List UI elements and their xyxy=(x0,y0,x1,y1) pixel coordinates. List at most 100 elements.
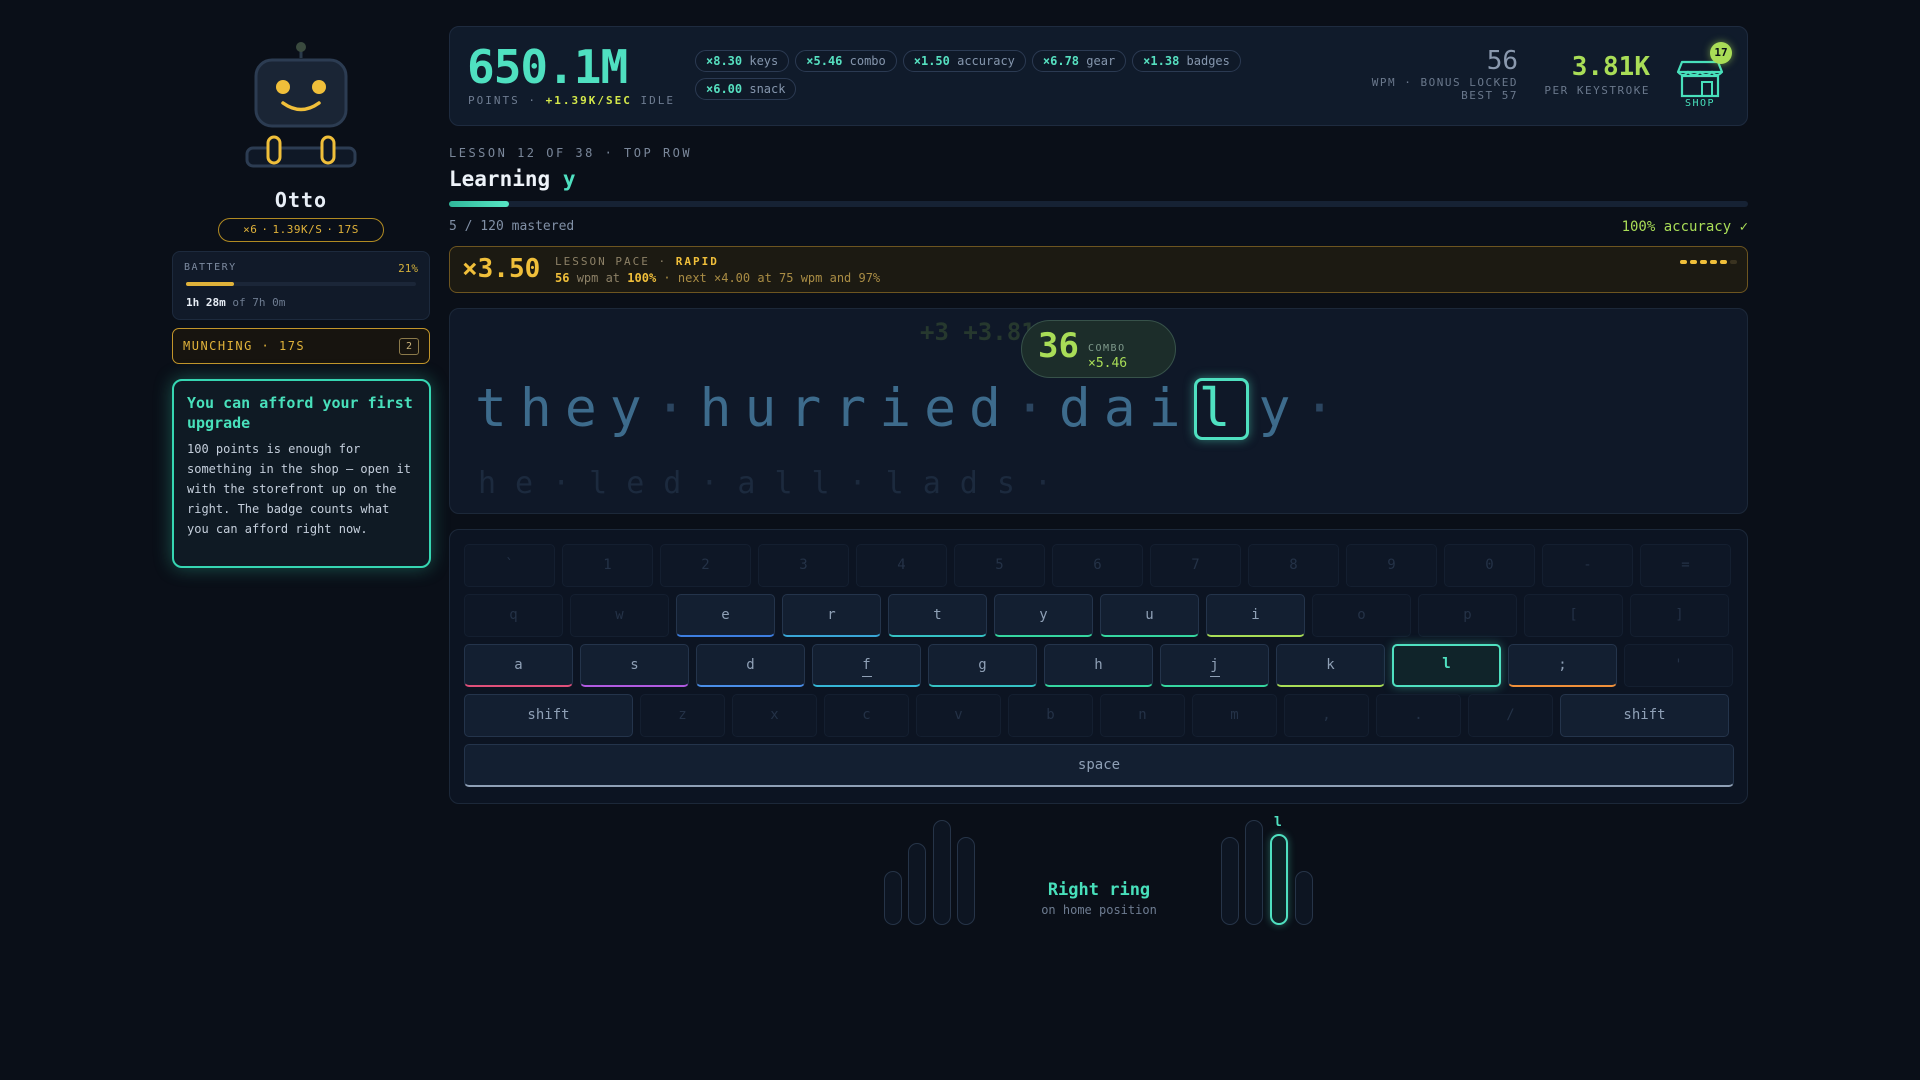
key-quote[interactable]: ' xyxy=(1624,644,1733,687)
points-rate: +1.39K/SEC xyxy=(545,94,632,107)
multiplier-chip-accuracy: ×1.50 accuracy xyxy=(902,50,1026,72)
combo-label: COMBO xyxy=(1088,343,1126,354)
key-n[interactable]: n xyxy=(1100,694,1185,737)
key-m[interactable]: m xyxy=(1192,694,1277,737)
key-label: e xyxy=(721,607,730,623)
key-1[interactable]: 1 xyxy=(562,544,653,587)
key-4[interactable]: 4 xyxy=(856,544,947,587)
key-shift-right[interactable]: shift xyxy=(1560,694,1729,737)
lesson-subtitle: LESSON 12 OF 38 · TOP ROW xyxy=(449,146,693,160)
key-label: space xyxy=(1077,757,1121,773)
shop-button[interactable]: 17 SHOP xyxy=(1672,42,1732,112)
key-slash[interactable]: / xyxy=(1468,694,1553,737)
key-q[interactable]: q xyxy=(464,594,563,637)
key-label: - xyxy=(1583,557,1592,573)
key-label: g xyxy=(978,657,987,673)
typed-word: hurried xyxy=(699,378,1014,439)
tip-body: 100 points is enough for something in th… xyxy=(187,442,411,536)
key-k[interactable]: k xyxy=(1276,644,1385,687)
multiplier-chip-gear: ×6.78 gear xyxy=(1031,50,1127,72)
key-label: 8 xyxy=(1289,557,1298,573)
key-a[interactable]: a xyxy=(464,644,573,687)
upcoming-text: y xyxy=(1258,378,1304,439)
multiplier-value: ×1.38 xyxy=(1143,54,1180,68)
key-period[interactable]: . xyxy=(1376,694,1461,737)
key-label: l xyxy=(1442,656,1451,672)
key-s[interactable]: s xyxy=(580,644,689,687)
key-e[interactable]: e xyxy=(676,594,775,637)
key-label: b xyxy=(1046,707,1055,723)
key-3[interactable]: 3 xyxy=(758,544,849,587)
status-label: MUNCHING · 17S xyxy=(183,339,306,353)
key-6[interactable]: 6 xyxy=(1052,544,1143,587)
separator: · xyxy=(326,223,334,236)
multiplier-chip-keys: ×8.30 keys xyxy=(695,50,790,72)
key-x[interactable]: x xyxy=(732,694,817,737)
key-minus[interactable]: - xyxy=(1542,544,1633,587)
key-0[interactable]: 0 xyxy=(1444,544,1535,587)
key-h[interactable]: h xyxy=(1044,644,1153,687)
pace-multiplier: ×3.50 xyxy=(462,254,541,284)
key-7[interactable]: 7 xyxy=(1150,544,1241,587)
key-label: j xyxy=(1210,657,1219,673)
key-b[interactable]: b xyxy=(1008,694,1093,737)
key-label: m xyxy=(1230,707,1239,723)
key-l[interactable]: l xyxy=(1392,644,1501,687)
key-v[interactable]: v xyxy=(916,694,1001,737)
key-label: a xyxy=(514,657,523,673)
status-count-badge: 2 xyxy=(399,338,419,355)
key-z[interactable]: z xyxy=(640,694,725,737)
key-label: n xyxy=(1138,707,1147,723)
key-2[interactable]: 2 xyxy=(660,544,751,587)
robot-stat-mult: ×6 xyxy=(243,223,258,236)
multiplier-name: badges xyxy=(1186,54,1230,68)
key-p[interactable]: p xyxy=(1418,594,1517,637)
key-d[interactable]: d xyxy=(696,644,805,687)
key-5[interactable]: 5 xyxy=(954,544,1045,587)
key-c[interactable]: c xyxy=(824,694,909,737)
key-y[interactable]: y xyxy=(994,594,1093,637)
battery-label: BATTERY xyxy=(184,262,237,273)
lesson-title-text: Learning xyxy=(449,167,551,191)
key-space[interactable]: space xyxy=(464,744,1734,787)
key-t[interactable]: t xyxy=(888,594,987,637)
key-f[interactable]: f xyxy=(812,644,921,687)
key-shift-left[interactable]: shift xyxy=(464,694,633,737)
key-i[interactable]: i xyxy=(1206,594,1305,637)
key-o[interactable]: o xyxy=(1312,594,1411,637)
multiplier-chip-combo: ×5.46 combo xyxy=(795,50,897,72)
key-label: 0 xyxy=(1485,557,1494,573)
key-label: 9 xyxy=(1387,557,1396,573)
key-label: . xyxy=(1414,707,1423,723)
key-g[interactable]: g xyxy=(928,644,1037,687)
key-label: f xyxy=(862,657,871,673)
key-9[interactable]: 9 xyxy=(1346,544,1437,587)
key-comma[interactable]: , xyxy=(1284,694,1369,737)
key-j[interactable]: j xyxy=(1160,644,1269,687)
finger-hint-subtitle: on home position xyxy=(1041,903,1157,917)
points-label: POINTS · xyxy=(468,94,537,107)
key-label: 7 xyxy=(1191,557,1200,573)
space-marker: · xyxy=(1303,378,1349,439)
robot-stats-pill: ×6 · 1.39K/S · 17S xyxy=(218,218,384,242)
per-keystroke-label: PER KEYSTROKE xyxy=(1544,84,1650,97)
key-bracket-left[interactable]: [ xyxy=(1524,594,1623,637)
key-8[interactable]: 8 xyxy=(1248,544,1339,587)
key-label: 1 xyxy=(603,557,612,573)
key-r[interactable]: r xyxy=(782,594,881,637)
multiplier-chip-badges: ×1.38 badges xyxy=(1132,50,1241,72)
pace-level-dots xyxy=(1680,260,1737,264)
space-marker: · xyxy=(654,378,700,439)
key-backtick[interactable]: ` xyxy=(464,544,555,587)
key-label: h xyxy=(1094,657,1103,673)
key-label: ` xyxy=(505,557,514,573)
multiplier-chip-snack: ×6.00 snack xyxy=(695,78,797,100)
wpm-value: 56 xyxy=(1486,46,1518,76)
key-w[interactable]: w xyxy=(570,594,669,637)
key-label: 2 xyxy=(701,557,710,573)
key-bracket-right[interactable]: ] xyxy=(1630,594,1729,637)
key-semicolon[interactable]: ; xyxy=(1508,644,1617,687)
key-label: shift xyxy=(1623,707,1666,723)
key-equals[interactable]: = xyxy=(1640,544,1731,587)
key-u[interactable]: u xyxy=(1100,594,1199,637)
